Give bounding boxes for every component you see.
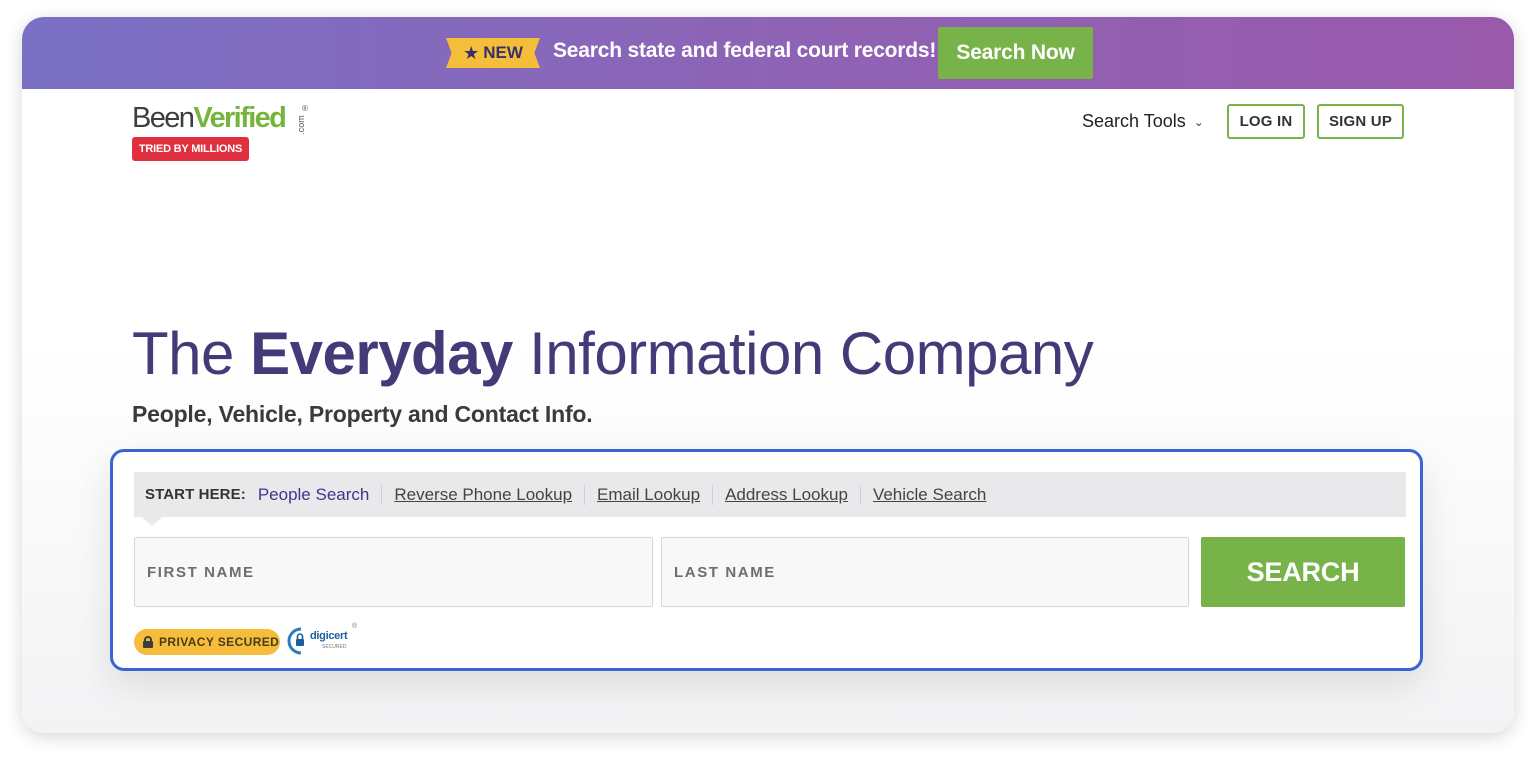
logo-text-com: .com [295,115,306,135]
tried-by-millions-badge: TRIED BY MILLIONS [132,137,249,161]
promo-text: Search state and federal court records! [553,39,937,62]
logo-registered-mark: ® [302,104,308,113]
tab-vehicle-search[interactable]: Vehicle Search [859,484,998,505]
active-tab-pointer [142,517,162,526]
tab-reverse-phone-lookup[interactable]: Reverse Phone Lookup [381,484,584,505]
search-type-tabs: START HERE: People Search Reverse Phone … [134,472,1406,526]
headline-emphasis: Everyday [250,320,513,387]
digicert-seal[interactable]: digicert SECURED ® [286,623,358,657]
first-name-input[interactable] [134,537,653,607]
digicert-registered-mark: ® [352,623,358,630]
headline-part-1: The [132,320,251,387]
new-badge-label: NEW [483,43,523,62]
new-badge: ★ NEW [446,38,540,68]
start-here-label: START HERE: [145,486,246,503]
search-tools-menu[interactable]: Search Tools ⌄ [1082,111,1204,132]
digicert-secured-label: SECURED [322,644,347,650]
login-button[interactable]: LOG IN [1227,104,1305,139]
search-now-button[interactable]: Search Now [938,27,1093,79]
beenverified-logo[interactable]: BeenVerified .com ® [132,101,308,135]
logo-text-been: Been [132,102,195,134]
logo-text-verified: Verified [193,102,287,134]
tab-address-lookup[interactable]: Address Lookup [712,484,860,505]
browser-window: ★ NEW Search state and federal court rec… [22,17,1514,733]
last-name-input[interactable] [661,537,1189,607]
headline-part-2: Information Company [512,320,1094,387]
digicert-label: digicert [310,630,348,642]
search-button[interactable]: SEARCH [1201,537,1405,607]
digicert-shield-icon [287,627,304,655]
chevron-down-icon: ⌄ [1193,114,1204,129]
lock-icon [143,636,153,648]
privacy-secured-badge: PRIVACY SECURED [134,629,280,655]
signup-button[interactable]: SIGN UP [1317,104,1404,139]
tab-people-search[interactable]: People Search [258,485,382,505]
page-subheadline: People, Vehicle, Property and Contact In… [132,401,593,427]
star-icon: ★ [463,43,480,63]
privacy-secured-label: PRIVACY SECURED [159,635,280,649]
search-panel: START HERE: People Search Reverse Phone … [110,449,1423,671]
search-tools-label: Search Tools [1082,111,1186,131]
promo-banner: ★ NEW Search state and federal court rec… [22,17,1514,89]
tab-email-lookup[interactable]: Email Lookup [584,484,712,505]
page-headline: The Everyday Information Company [132,319,1094,388]
